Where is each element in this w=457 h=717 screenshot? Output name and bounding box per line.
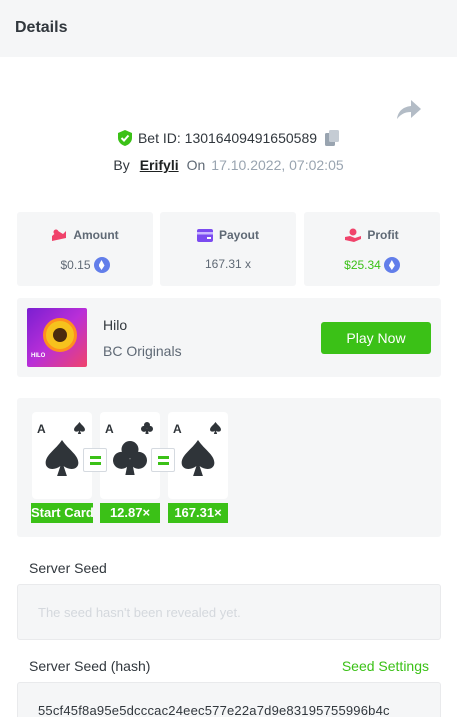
hilo-cards-panel: A A A Start Card 12.87× 167.31× (17, 398, 441, 537)
payout-label: Payout (218, 228, 259, 242)
shield-check-icon (117, 130, 132, 146)
amount-label: Amount (73, 228, 119, 242)
thumbnail-tag: HILO (31, 353, 46, 359)
bet-meta-row: By Erifyli On 17.10.2022, 07:02:05 (0, 157, 457, 173)
server-seed-placeholder: The seed hasn't been revealed yet. (38, 605, 241, 620)
bet-id-row: Bet ID: 13016409491650589 (0, 130, 457, 146)
user-link[interactable]: Erifyli (140, 157, 179, 173)
server-seed-hash-value: 55cf45f8a95e5dcccac24eec577e22a7d9e83195… (38, 703, 390, 717)
by-label: By (113, 157, 130, 173)
club-icon (113, 441, 147, 475)
card-rank: A (105, 422, 114, 436)
play-now-button[interactable]: Play Now (321, 322, 431, 354)
amount-icon (52, 229, 67, 241)
payout-value: 167.31 x (204, 257, 252, 271)
playing-card: A (168, 412, 228, 499)
game-name: Hilo (103, 317, 128, 333)
server-seed-hash-field[interactable]: 55cf45f8a95e5dcccac24eec577e22a7d9e83195… (17, 682, 441, 717)
card-multiplier: 12.87× (100, 503, 160, 523)
profit-value: $25.34 (344, 258, 381, 272)
game-provider: BC Originals (103, 343, 182, 359)
page-title: Details (15, 19, 68, 36)
equal-icon (83, 448, 107, 472)
server-seed-field[interactable]: The seed hasn't been revealed yet. (17, 584, 441, 640)
profit-stat: Profit $25.34 (304, 212, 440, 286)
spade-icon (74, 422, 85, 434)
payout-icon (196, 229, 213, 242)
profit-label: Profit (367, 228, 399, 242)
payout-stat: Payout 167.31 x (160, 212, 296, 286)
amount-value: $0.15 (60, 258, 91, 272)
club-icon (141, 422, 153, 434)
game-card: HILO Hilo BC Originals Play Now (17, 298, 441, 377)
card-rank: A (173, 422, 182, 436)
copy-icon[interactable] (325, 130, 340, 146)
share-icon[interactable] (396, 99, 422, 121)
bet-id: Bet ID: 13016409491650589 (137, 130, 318, 146)
profit-icon (345, 228, 362, 242)
spade-icon (45, 440, 79, 476)
game-thumbnail[interactable]: HILO (27, 308, 87, 367)
card-rank: A (37, 422, 46, 436)
spade-icon (210, 422, 221, 434)
card-multiplier: 167.31× (168, 503, 228, 523)
seed-settings-link[interactable]: Seed Settings (342, 658, 429, 674)
spade-icon (181, 440, 215, 476)
bet-date: 17.10.2022, 07:02:05 (211, 157, 344, 173)
eth-icon (93, 257, 110, 273)
server-seed-hash-label: Server Seed (hash) (29, 658, 151, 674)
on-label: On (186, 157, 206, 173)
amount-stat: Amount $0.15 (17, 212, 153, 286)
equal-icon (151, 448, 175, 472)
server-seed-label: Server Seed (29, 560, 107, 576)
card-multiplier: Start Card (31, 503, 93, 523)
header-bar: Details (0, 0, 457, 57)
eth-icon (383, 257, 400, 273)
